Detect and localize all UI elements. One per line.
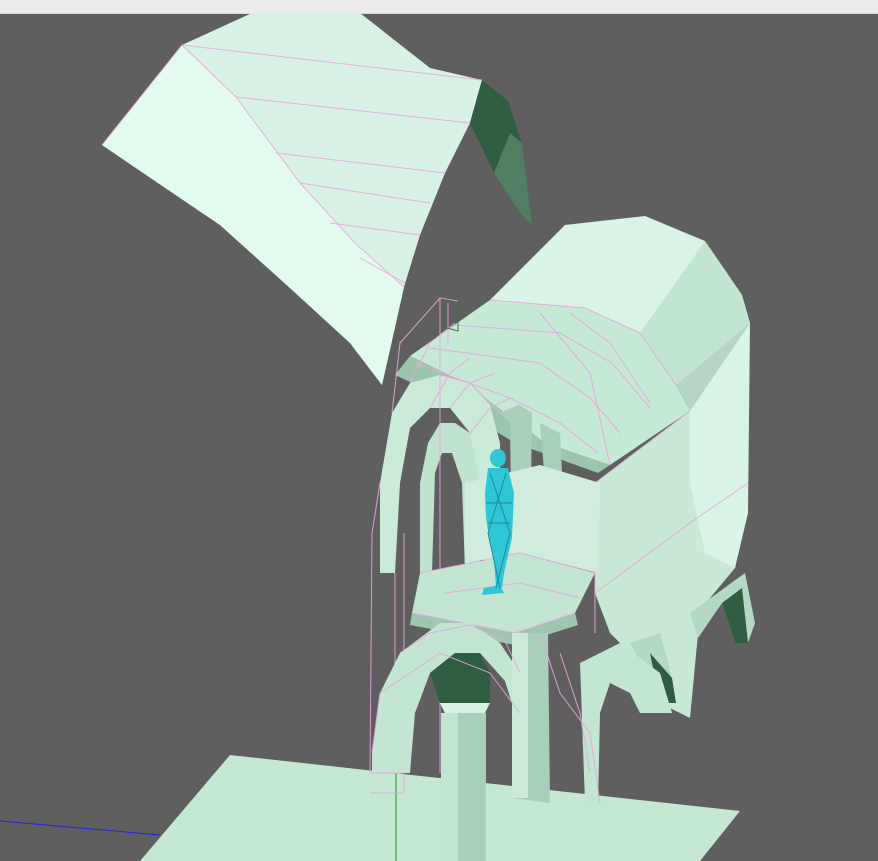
3d-scene[interactable] — [0, 13, 878, 861]
3d-viewport[interactable] — [0, 13, 878, 861]
top-window-bar — [0, 0, 878, 14]
axis-x-line — [0, 820, 161, 836]
